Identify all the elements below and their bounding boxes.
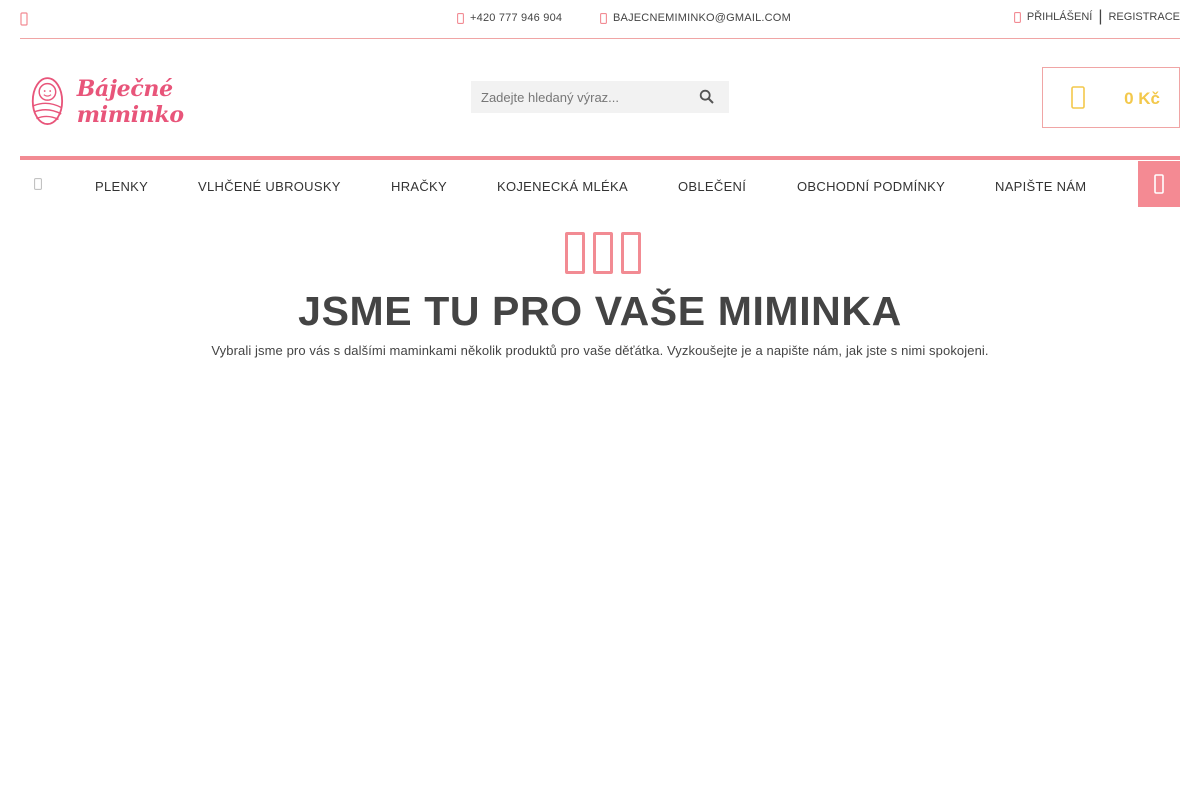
top-bar: +420 777 946 904 BAJECNEMIMINKO@GMAIL.CO… xyxy=(20,0,1180,39)
logo-text: Báječné miminko xyxy=(76,76,184,128)
login-link[interactable]: PŘIHLÁŠENÍ xyxy=(1027,11,1092,23)
auth-separator: | xyxy=(1098,8,1103,25)
nav-item-plenky[interactable]: PLENKY xyxy=(95,179,148,194)
user-icon xyxy=(1013,11,1021,23)
user-icon xyxy=(1154,174,1164,194)
auth-links: PŘIHLÁŠENÍ | REGISTRACE xyxy=(1013,8,1180,25)
home-icon[interactable] xyxy=(34,178,42,190)
search-box xyxy=(471,81,729,113)
facebook-icon[interactable] xyxy=(20,12,30,26)
envelope-icon xyxy=(600,12,607,24)
hero-icon-group xyxy=(565,232,645,278)
user-account-button[interactable] xyxy=(1138,161,1180,207)
search-input[interactable] xyxy=(471,81,686,113)
phone-number: +420 777 946 904 xyxy=(470,12,563,24)
email-address: BAJECNEMIMINKO@GMAIL.COM xyxy=(613,12,791,24)
cart-total: 0 Kč xyxy=(1124,89,1160,108)
diaper-icon xyxy=(593,232,613,274)
phone-contact[interactable]: +420 777 946 904 xyxy=(457,12,562,24)
baby-logo-icon xyxy=(31,77,64,125)
hero-subtitle: Vybrali jsme pro vás s dalšími maminkami… xyxy=(211,343,989,358)
pacifier-icon xyxy=(621,232,641,274)
baby-bottle-icon xyxy=(565,232,585,274)
nav-item-napiste-nam[interactable]: NAPIŠTE NÁM xyxy=(995,179,1086,194)
shopping-bag-icon xyxy=(1071,86,1085,109)
nav-item-hracky[interactable]: HRAČKY xyxy=(391,179,447,194)
nav-item-kojenecka-mleka[interactable]: KOJENECKÁ MLÉKA xyxy=(497,179,628,194)
hero-title: JSME TU PRO VAŠE MIMINKA xyxy=(298,288,902,334)
search-icon[interactable] xyxy=(699,89,715,105)
site-logo[interactable]: Báječné miminko xyxy=(30,74,270,130)
nav-item-obchodni-podminky[interactable]: OBCHODNÍ PODMÍNKY xyxy=(797,179,945,194)
main-nav: PLENKY VLHČENÉ UBROUSKY HRAČKY KOJENECKÁ… xyxy=(20,160,1180,207)
nav-item-vlhcene-ubrousky[interactable]: VLHČENÉ UBROUSKY xyxy=(198,179,341,194)
email-contact[interactable]: BAJECNEMIMINKO@GMAIL.COM xyxy=(600,12,791,24)
cart-button[interactable]: 0 Kč xyxy=(1042,67,1180,128)
phone-icon xyxy=(457,12,464,24)
register-link[interactable]: REGISTRACE xyxy=(1108,11,1180,23)
nav-item-obleceni[interactable]: OBLEČENÍ xyxy=(678,179,746,194)
